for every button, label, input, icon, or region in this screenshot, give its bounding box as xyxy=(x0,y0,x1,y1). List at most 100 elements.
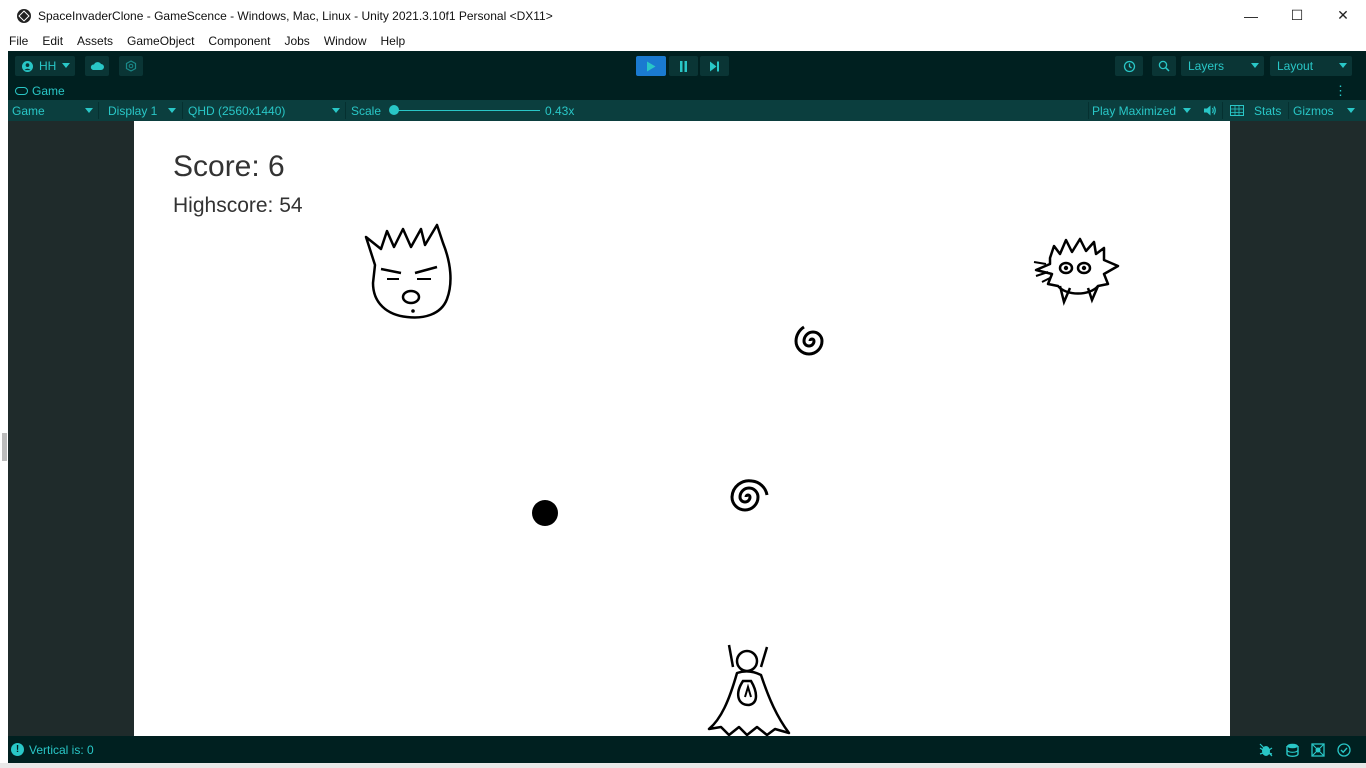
highscore-text: Highscore: 54 xyxy=(173,194,303,217)
score-text: Score: 6 xyxy=(173,150,285,183)
chevron-down-icon xyxy=(1339,63,1347,68)
window-titlebar: SpaceInvaderClone - GameScence - Windows… xyxy=(0,0,1366,31)
audio-toggle[interactable] xyxy=(1203,100,1217,121)
menu-component[interactable]: Component xyxy=(208,34,270,48)
checkmark-icon xyxy=(1337,743,1351,757)
menu-gameobject[interactable]: GameObject xyxy=(127,34,194,48)
info-icon: ! xyxy=(11,743,24,756)
chevron-down-icon xyxy=(1183,108,1191,113)
layout-dropdown[interactable]: Layout xyxy=(1270,56,1352,76)
menu-bar: File Edit Assets GameObject Component Jo… xyxy=(0,31,1366,51)
layers-label: Layers xyxy=(1188,59,1225,73)
play-button[interactable] xyxy=(636,56,666,76)
debug-button[interactable] xyxy=(1258,742,1274,758)
play-mode-label: Play Maximized xyxy=(1092,103,1177,118)
resize-handle[interactable] xyxy=(2,433,7,461)
cloud-icon xyxy=(90,62,104,70)
more-options-icon[interactable]: ⋮ xyxy=(1334,83,1347,99)
window-controls: — ☐ ✕ xyxy=(1228,0,1366,31)
step-button[interactable] xyxy=(700,56,729,76)
pause-button[interactable] xyxy=(669,56,698,76)
gizmos-dropdown[interactable]: Gizmos xyxy=(1293,100,1355,121)
enemy-spiky-creature xyxy=(1033,237,1120,306)
chevron-down-icon xyxy=(85,108,93,113)
separator xyxy=(345,102,346,119)
chevron-down-icon xyxy=(332,108,340,113)
account-dropdown[interactable]: HH xyxy=(15,56,75,76)
step-icon xyxy=(710,61,719,71)
menu-window[interactable]: Window xyxy=(324,34,367,48)
player-character xyxy=(707,644,791,736)
display-dropdown[interactable]: Display 1 xyxy=(108,100,181,121)
spiral-projectile xyxy=(794,325,824,356)
menu-assets[interactable]: Assets xyxy=(77,34,113,48)
search-button[interactable] xyxy=(1152,56,1176,76)
spiral-projectile xyxy=(730,479,769,512)
cloud-button[interactable] xyxy=(85,56,109,76)
user-icon xyxy=(22,60,33,72)
status-ok-button[interactable] xyxy=(1336,742,1352,758)
menu-help[interactable]: Help xyxy=(381,34,406,48)
view-dropdown[interactable]: Game xyxy=(12,100,98,121)
aspect-toggle[interactable] xyxy=(1229,100,1245,121)
scene-view-icon xyxy=(1311,743,1325,757)
bug-icon xyxy=(1259,743,1273,757)
database-icon xyxy=(1285,743,1299,757)
scale-value: 0.43x xyxy=(545,103,575,118)
search-icon xyxy=(1158,60,1170,72)
pause-icon xyxy=(680,60,687,72)
left-edge-panel xyxy=(0,51,8,768)
menu-jobs[interactable]: Jobs xyxy=(284,34,309,48)
chevron-down-icon xyxy=(1251,63,1259,68)
menu-edit[interactable]: Edit xyxy=(42,34,63,48)
layout-label: Layout xyxy=(1277,59,1314,73)
bottom-edge xyxy=(0,763,1366,768)
speaker-icon xyxy=(1203,105,1216,116)
chevron-down-icon xyxy=(168,108,176,113)
window-title: SpaceInvaderClone - GameScence - Windows… xyxy=(38,8,553,23)
game-tab-header: Game ⋮ xyxy=(8,81,1366,100)
enemy-spiky-face xyxy=(364,223,452,319)
gamepad-icon xyxy=(15,87,28,95)
progress-button[interactable] xyxy=(1310,742,1326,758)
tab-game-label: Game xyxy=(32,84,65,98)
status-message[interactable]: Vertical is: 0 xyxy=(29,743,94,757)
account-label: HH xyxy=(39,59,57,73)
scale-slider-thumb[interactable] xyxy=(389,105,399,115)
gizmos-label: Gizmos xyxy=(1293,103,1334,118)
resolution-label: QHD (2560x1440) xyxy=(188,103,286,118)
separator xyxy=(182,102,183,119)
status-bar: ! Vertical is: 0 xyxy=(8,736,1366,763)
unity-logo-icon xyxy=(17,8,31,23)
menu-file[interactable]: File xyxy=(9,34,28,48)
resolution-dropdown[interactable]: QHD (2560x1440) xyxy=(188,100,345,121)
tab-game[interactable]: Game xyxy=(15,84,65,98)
collab-button[interactable] xyxy=(119,56,143,76)
collab-icon xyxy=(125,60,137,72)
history-icon xyxy=(1123,60,1135,72)
separator xyxy=(98,102,99,119)
separator xyxy=(1222,102,1223,119)
history-button[interactable] xyxy=(1115,56,1143,76)
scale-slider-track xyxy=(394,110,540,111)
separator xyxy=(1288,102,1289,119)
separator xyxy=(1088,102,1089,119)
cache-server-button[interactable] xyxy=(1284,742,1300,758)
view-label: Game xyxy=(12,103,45,118)
layers-dropdown[interactable]: Layers xyxy=(1181,56,1264,76)
close-button[interactable]: ✕ xyxy=(1320,0,1366,31)
maximize-button[interactable]: ☐ xyxy=(1274,0,1320,31)
display-label: Display 1 xyxy=(108,103,158,118)
bullet xyxy=(532,500,558,526)
game-view-options: Game Display 1 QHD (2560x1440) Scale 0.4… xyxy=(8,100,1366,121)
scale-label: Scale xyxy=(351,103,382,118)
minimize-button[interactable]: — xyxy=(1228,0,1274,31)
play-mode-dropdown[interactable]: Play Maximized xyxy=(1092,100,1196,121)
chevron-down-icon xyxy=(62,63,70,68)
main-toolbar: HH Layers Layout xyxy=(8,51,1366,81)
chevron-down-icon xyxy=(1347,108,1355,113)
play-icon xyxy=(647,61,656,71)
game-canvas[interactable]: Score: 6 Highscore: 54 xyxy=(134,121,1230,736)
grid-icon xyxy=(1230,105,1244,116)
stats-button[interactable]: Stats xyxy=(1254,100,1281,121)
